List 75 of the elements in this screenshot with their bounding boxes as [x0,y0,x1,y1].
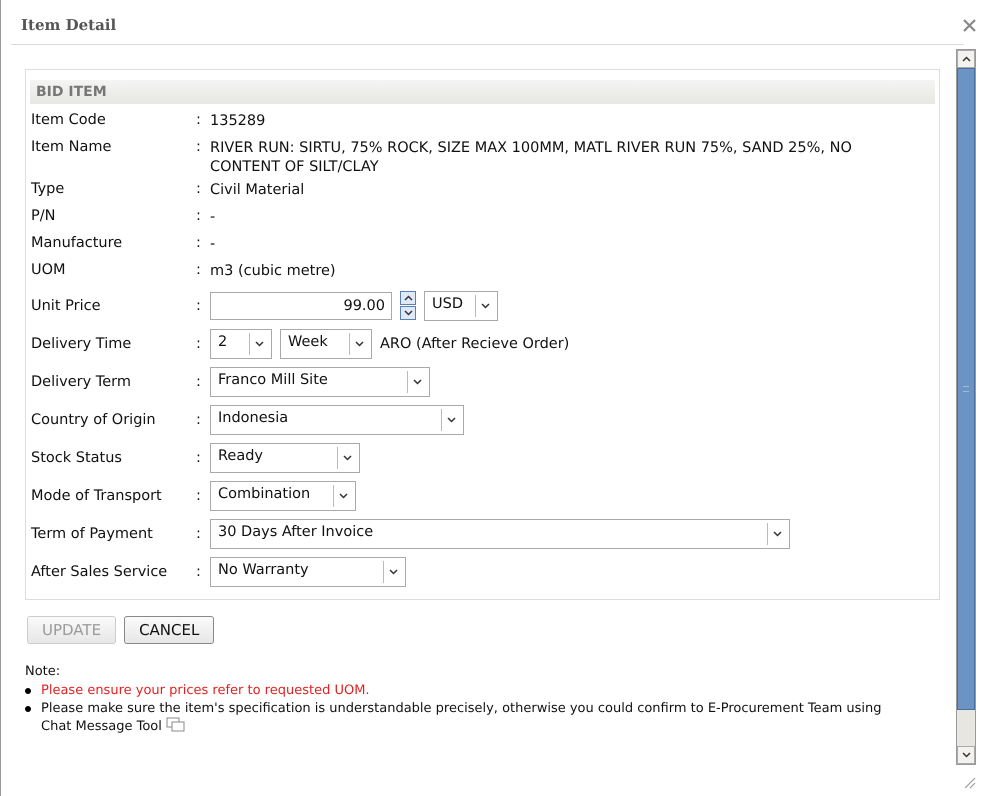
colon: : [196,374,202,390]
scroll-thumb[interactable] [957,68,975,710]
colon: : [196,564,202,580]
field-label: Mode of Transport [30,488,163,504]
colon: : [196,208,202,224]
chat-icon[interactable] [166,717,186,734]
colon: : [196,262,202,278]
field-value: m3 (cubic metre) [210,262,337,281]
field-label: Item Name [30,139,112,155]
scrollbar[interactable] [956,49,976,765]
colon: : [196,412,202,428]
field-value: - [210,208,216,227]
caret-icon [355,340,364,347]
dialog-title: Item Detail [21,16,116,34]
field-label: P/N [30,208,56,224]
field-value: RIVER RUN: SIRTU, 75% ROCK, SIZE MAX 100MM, MATL RIVER RUN 75%, SAND 25%, NO CONTENT OF SILT/CLAY [210,139,853,177]
colon: : [196,139,202,155]
dropdown[interactable]: No Warranty [210,556,406,587]
scroll-down-button[interactable] [957,746,975,764]
bullet-icon [25,706,31,712]
down-icon [404,310,412,316]
field-label: Type [30,180,66,197]
caret-icon [255,340,264,347]
close-icon [963,19,976,32]
dropdown[interactable]: 2 [210,328,272,359]
field-value: - [210,234,216,254]
colon: : [196,234,202,251]
colon: : [196,450,202,466]
colon: : [196,526,202,542]
colon: : [196,180,202,197]
spin-down-button[interactable] [400,306,416,320]
bullet-icon [25,688,31,694]
caret-icon [413,378,422,385]
up-icon [404,295,412,302]
dropdown[interactable]: 30 Days After Invoice [210,518,790,549]
resize-grip-icon[interactable] [962,775,976,789]
price-input[interactable]: 99.00 [210,292,392,320]
caret-icon [339,492,348,499]
dropdown[interactable]: Combination [210,480,356,511]
caret-icon [481,302,490,309]
field-label: Term of Payment [30,526,154,542]
up-icon [962,56,970,62]
dropdown[interactable]: Ready [210,442,360,473]
note-text: Please ensure your prices refer to requested UOM. [41,682,370,699]
field-label: Country of Origin [30,412,157,428]
note-title: Note: [25,664,62,679]
caret-icon [389,568,398,575]
field-label: After Sales Service [30,564,168,580]
field-label: Manufacture [30,234,124,251]
colon: : [196,336,202,352]
caret-icon [773,530,782,537]
field-label: UOM [30,262,67,278]
scroll-up-button[interactable] [957,50,975,68]
spin-up-button[interactable] [400,291,416,306]
caret-icon [447,416,456,423]
colon: : [196,488,202,504]
field-label: Item Code [30,112,107,128]
dropdown[interactable]: Week [280,328,372,359]
dropdown[interactable]: Franco Mill Site [210,366,430,397]
field-value: Civil Material [210,180,306,200]
delivery-note: ARO (After Recieve Order) [380,336,570,352]
field-value: 135289 [210,112,266,131]
field-label: Delivery Time [30,336,132,352]
colon: : [196,112,202,128]
field-label: Stock Status [30,450,123,466]
colon: : [196,298,202,314]
dropdown[interactable]: USD [424,290,498,321]
caret-icon [343,454,352,461]
section-title: BID ITEM [30,80,935,104]
dropdown[interactable]: Indonesia [210,404,464,435]
down-icon [962,752,970,758]
field-label: Unit Price [30,298,102,314]
field-label: Delivery Term [30,374,132,390]
note-text: Please make sure the item's specification is understandable precisely, otherwise you could confirm to E-Procurement Team using Chat Message Tool [41,700,883,736]
cancel-button[interactable]: CANCEL [124,616,214,644]
